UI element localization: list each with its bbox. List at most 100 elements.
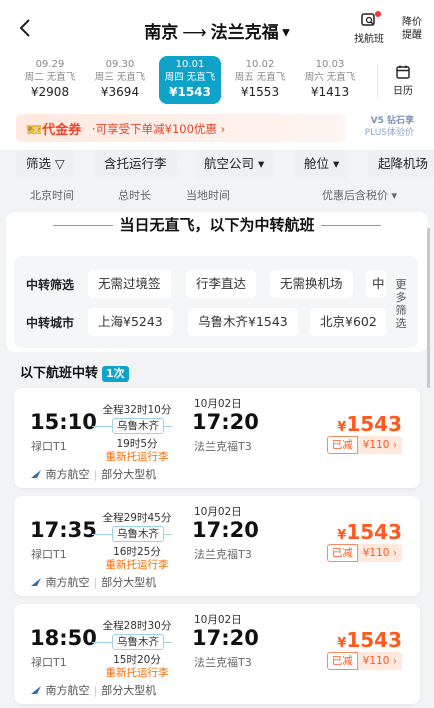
sort-price[interactable]: 优惠后含税价 ▾ — [322, 187, 397, 203]
no-direct-heading: 当日无直飞，以下为中转航班 — [0, 214, 434, 235]
arrival-date: 10月02日 — [194, 506, 242, 518]
arrival-date: 10月02日 — [194, 398, 242, 410]
filter-chip-filter[interactable]: 筛选 ▽ — [16, 150, 75, 178]
transfer-city: 乌鲁木齐 — [112, 418, 164, 434]
china-southern-logo-icon — [31, 470, 41, 478]
date-info: 周四 无直飞 — [164, 72, 216, 83]
price-value: 1543 — [346, 520, 402, 544]
calendar-label: 日历 — [393, 86, 413, 97]
transfer-city: 乌鲁木齐 — [112, 526, 164, 542]
arrival-airport: 法兰克福T3 — [194, 548, 252, 561]
airline-info: 南方航空 | 部分大型机 — [30, 466, 156, 482]
transfer-count-badge: 1次 — [102, 366, 129, 382]
date-cell[interactable]: 09.30 周三 无直飞 ¥3694 — [89, 58, 151, 102]
discount-label: 已减 — [326, 436, 358, 454]
transfer-city-label: 中转城市 — [26, 316, 75, 330]
transfer-filters: 中转筛选 无需过境签 行李直达 无需换机场 中 中转城市 上海¥5243 乌鲁木… — [14, 256, 418, 348]
coupon-tag-label: 代金券 — [42, 123, 82, 138]
flight-card[interactable]: 18:50 禄口T1 全程28时30分 乌鲁木齐 15时20分 重新托运行李 1… — [14, 604, 420, 704]
recheck-baggage: 重新托运行李 — [105, 451, 169, 463]
price-alert-button[interactable]: 降价 提醒 — [402, 16, 422, 42]
calendar-button[interactable]: 日历 — [386, 64, 420, 97]
calendar-icon — [396, 65, 410, 79]
arrival-airport: 法兰克福T3 — [194, 440, 252, 453]
route-arrow-icon: ⟶ — [182, 23, 207, 43]
transfer-city-shanghai[interactable]: 上海¥5243 — [88, 308, 173, 336]
date-cell[interactable]: 09.29 周二 无直飞 ¥2908 — [19, 58, 81, 102]
transfer-city-urumqi[interactable]: 乌鲁木齐¥1543 — [188, 308, 298, 336]
divider — [377, 64, 378, 98]
aircraft-type: 部分大型机 — [101, 684, 157, 697]
date-price: ¥1543 — [169, 85, 211, 99]
scrollbar[interactable] — [427, 228, 430, 388]
date-cell[interactable]: 10.02 周五 无直飞 ¥1553 — [229, 58, 291, 102]
transfer-heading: 以下航班中转 1次 — [20, 362, 129, 382]
find-flights-label: 找航班 — [354, 34, 384, 45]
sort-duration[interactable]: 总时长 — [118, 187, 151, 203]
departure-time: 15:10 — [30, 410, 97, 434]
flight-card[interactable]: 15:10 禄口T1 全程32时10分 乌鲁木齐 19时5分 重新托运行李 10… — [14, 388, 420, 488]
aircraft-type: 部分大型机 — [101, 468, 157, 481]
notification-dot — [375, 11, 381, 17]
airline-info: 南方航空 | 部分大型机 — [30, 574, 156, 590]
coupon-bar: 🎫代金券 ·可享受下单减¥100优惠 › V5 钻石享 PLUS体验价 — [0, 106, 434, 150]
origin-city: 南京 — [144, 23, 179, 43]
transfer-chip-no-visa[interactable]: 无需过境签 — [88, 270, 171, 298]
discount-badge[interactable]: 已减 ¥110 › — [326, 544, 402, 562]
arrival-date: 10月02日 — [194, 614, 242, 626]
transfer-chip-baggage-through[interactable]: 行李直达 — [186, 270, 257, 298]
divider: | — [93, 576, 98, 589]
departure-time: 18:50 — [30, 626, 97, 650]
date-label: 10.03 — [315, 59, 345, 70]
coupon-tag: 🎫代金券 — [26, 119, 81, 138]
coupon-banner[interactable]: 🎫代金券 ·可享受下单减¥100优惠 › — [16, 114, 346, 142]
total-duration: 全程29时45分 — [102, 512, 172, 524]
currency-symbol: ¥ — [337, 420, 347, 435]
price-value: 1543 — [346, 412, 402, 436]
find-flights-button[interactable]: 找航班 — [354, 11, 384, 45]
filter-chip-baggage[interactable]: 含托运行李 — [94, 150, 177, 178]
flight-card[interactable]: 17:35 禄口T1 全程29时45分 乌鲁木齐 16时25分 重新托运行李 1… — [14, 496, 420, 596]
arrival-airport: 法兰克福T3 — [194, 656, 252, 669]
sort-local-time[interactable]: 当地时间 — [186, 187, 230, 203]
plus-badge[interactable]: V5 钻石享 PLUS体验价 — [365, 115, 414, 139]
discount-badge[interactable]: 已减 ¥110 › — [326, 436, 402, 454]
date-label: 10.01 — [175, 59, 205, 70]
recheck-baggage: 重新托运行李 — [105, 667, 169, 679]
filter-chip-airline[interactable]: 航空公司 ▾ — [194, 150, 275, 178]
date-price: ¥2908 — [30, 85, 70, 99]
discount-badge[interactable]: 已减 ¥110 › — [326, 652, 402, 670]
price-alert-label-2: 提醒 — [402, 30, 422, 41]
aircraft-type: 部分大型机 — [101, 576, 157, 589]
price: ¥1543 — [337, 520, 402, 544]
price: ¥1543 — [337, 628, 402, 652]
destination-city: 法兰克福 — [210, 23, 279, 43]
discount-label: 已减 — [326, 652, 358, 670]
arrival-time: 17:20 — [192, 518, 259, 542]
transfer-chip-same-airport[interactable]: 无需换机场 — [270, 270, 353, 298]
filter-chip-cabin[interactable]: 舱位 ▾ — [294, 150, 350, 178]
caret-down-icon: ▼ — [278, 27, 290, 39]
transfer-city: 乌鲁木齐 — [112, 634, 164, 650]
sort-bar: 北京时间 总时长 当地时间 优惠后含税价 ▾ — [0, 182, 434, 206]
price-alert-label-1: 降价 — [402, 17, 422, 28]
recheck-baggage: 重新托运行李 — [105, 559, 169, 571]
sort-beijing-time[interactable]: 北京时间 — [30, 187, 74, 203]
divider — [320, 225, 381, 226]
price-value: 1543 — [346, 628, 402, 652]
transfer-city-beijing[interactable]: 北京¥602 — [310, 308, 386, 336]
transfer-heading-text: 以下航班中转 — [20, 366, 99, 381]
filter-chip-airport[interactable]: 起降机场 — [368, 150, 434, 178]
filter-bar: 筛选 ▽ 含托运行李 航空公司 ▾ 舱位 ▾ 起降机场 — [0, 150, 434, 178]
plus-line-1: V5 钻石享 — [370, 116, 414, 126]
date-price: ¥3694 — [100, 85, 140, 99]
divider: | — [93, 684, 98, 697]
date-price: ¥1413 — [310, 85, 350, 99]
date-label: 09.29 — [35, 59, 65, 70]
date-cell[interactable]: 10.03 周六 无直飞 ¥1413 — [299, 58, 361, 102]
departure-airport: 禄口T1 — [31, 440, 67, 453]
date-cell-active[interactable]: 10.01 周四 无直飞 ¥1543 — [159, 56, 221, 104]
transfer-chip-more[interactable]: 中 — [366, 270, 386, 298]
divider — [53, 225, 114, 226]
more-filters-button[interactable]: 更多筛选 — [394, 278, 408, 330]
